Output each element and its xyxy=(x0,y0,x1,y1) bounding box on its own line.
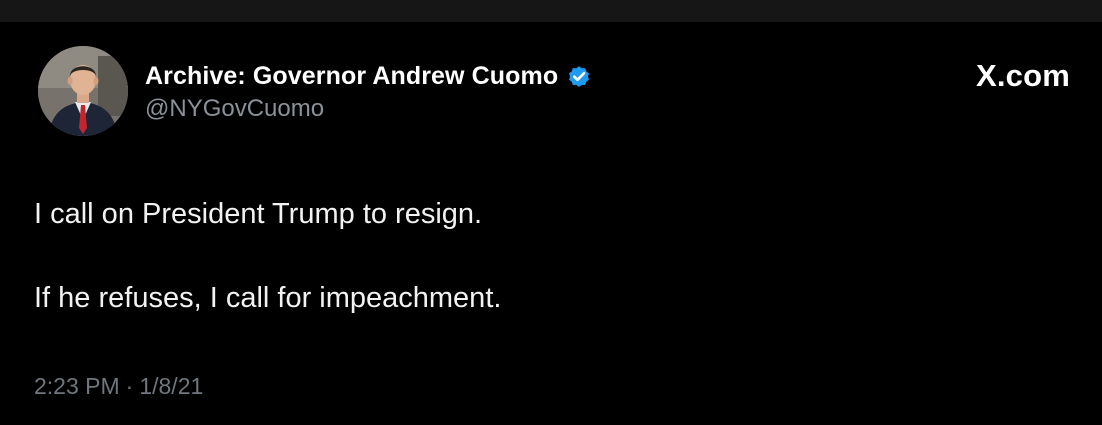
tweet-paragraph: If he refuses, I call for impeachment. xyxy=(34,282,502,314)
top-strip xyxy=(0,0,1102,22)
author-block: Archive: Governor Andrew Cuomo @NYGovCuo… xyxy=(145,59,592,123)
author-display-name[interactable]: Archive: Governor Andrew Cuomo xyxy=(145,62,558,91)
tweet-timestamp[interactable]: 2:23 PM · 1/8/21 xyxy=(34,373,203,400)
tweet-paragraph: I call on President Trump to resign. xyxy=(34,198,483,230)
name-row: Archive: Governor Andrew Cuomo xyxy=(145,59,592,93)
site-label-text: X.com xyxy=(975,58,1070,93)
tweet-card: Archive: Governor Andrew Cuomo @NYGovCuo… xyxy=(0,22,1102,425)
tweet-date: 1/8/21 xyxy=(139,373,204,399)
site-label[interactable]: X.com xyxy=(976,58,1070,94)
author-handle[interactable]: @NYGovCuomo xyxy=(145,95,592,123)
timestamp-separator: · xyxy=(125,373,134,399)
tweet-text: I call on President Trump to resign. If … xyxy=(34,194,1054,318)
tweet-time: 2:23 PM xyxy=(34,373,120,399)
avatar[interactable] xyxy=(38,46,128,136)
verified-badge-icon[interactable] xyxy=(566,63,592,89)
avatar-photo xyxy=(38,46,128,136)
